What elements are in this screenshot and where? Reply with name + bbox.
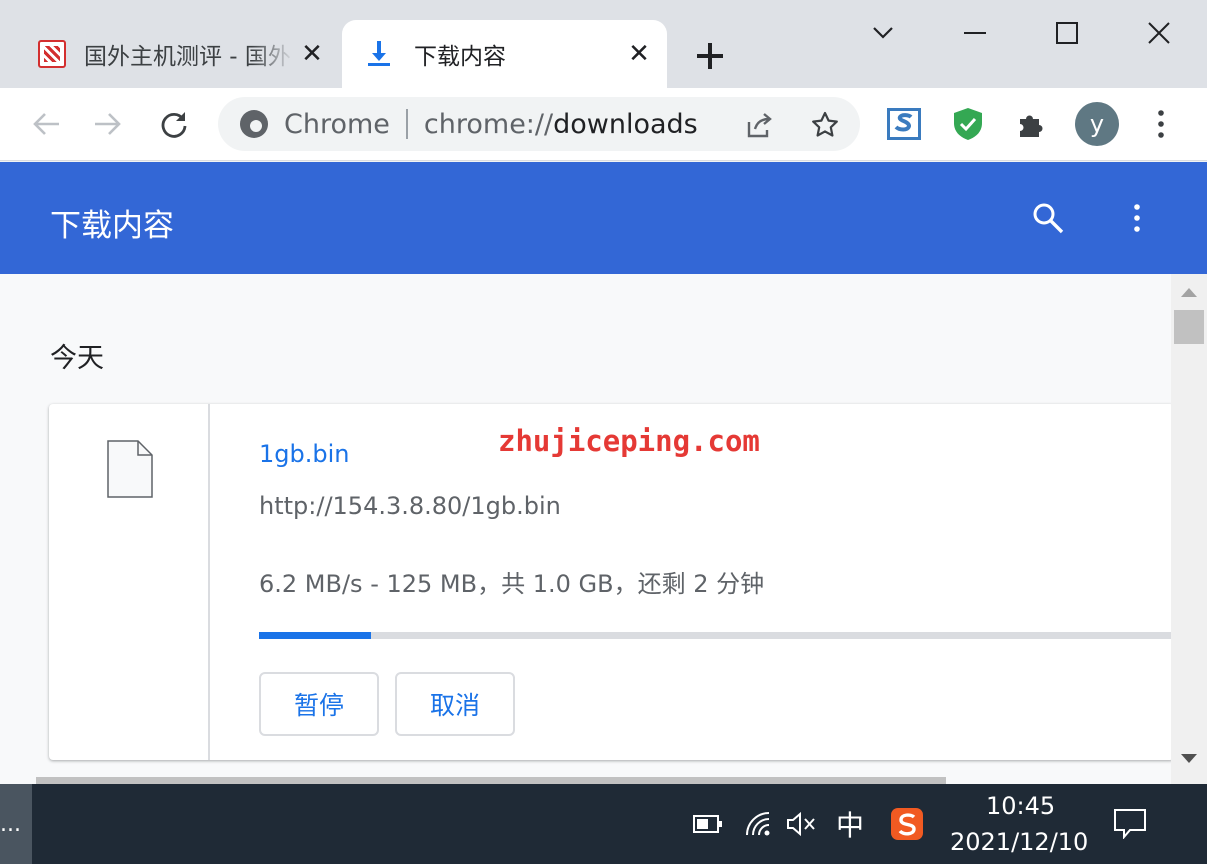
- tab-title: 国外主机测评 - 国外: [84, 44, 291, 70]
- watermark-text: zhujiceping.com: [498, 424, 760, 458]
- bookmark-star-icon[interactable]: [810, 110, 840, 140]
- clock-time[interactable]: 10:45: [986, 792, 1055, 820]
- url-path: downloads: [553, 108, 698, 140]
- file-icon-column: [49, 404, 210, 760]
- s-extension-icon[interactable]: [886, 106, 922, 142]
- downloads-header: 下载内容: [0, 162, 1207, 274]
- page-title: 下载内容: [50, 208, 174, 244]
- tab-close-icon[interactable]: ✕: [294, 36, 330, 72]
- shield-check-icon[interactable]: [950, 106, 986, 142]
- page-menu-icon[interactable]: [1117, 198, 1157, 238]
- tab-close-icon[interactable]: ✕: [621, 36, 657, 72]
- file-icon: [107, 440, 153, 498]
- tab-strip: 国外主机测评 - 国外 ✕ 下载内容 ✕: [0, 0, 1207, 88]
- close-window-button[interactable]: [1136, 12, 1182, 54]
- tab-title: 下载内容: [414, 44, 506, 70]
- scroll-down-arrow-icon[interactable]: [1181, 754, 1197, 763]
- wifi-icon[interactable]: [740, 806, 780, 842]
- volume-muted-icon[interactable]: [784, 806, 820, 842]
- share-icon[interactable]: [744, 110, 774, 140]
- scroll-thumb[interactable]: [1174, 310, 1204, 344]
- new-tab-button[interactable]: [690, 36, 730, 76]
- download-status: 6.2 MB/s - 125 MB，共 1.0 GB，还剩 2 分钟: [259, 570, 765, 598]
- clock-date[interactable]: 2021/12/10: [950, 828, 1088, 856]
- browser-toolbar: Chrome chrome://downloads y: [0, 88, 1207, 161]
- minimize-button[interactable]: [952, 12, 998, 54]
- windows-taskbar: ... 中 10:45 2021/12/10: [0, 784, 1207, 864]
- download-progress-fill: [259, 632, 371, 639]
- downloads-page: 下载内容 今天 1gb.bin http://154.3.8.80/1gb.bi…: [0, 162, 1207, 784]
- horizontal-scrollbar-thumb[interactable]: [36, 777, 946, 784]
- back-arrow-icon[interactable]: [26, 104, 66, 144]
- battery-icon[interactable]: [690, 806, 726, 842]
- profile-avatar[interactable]: y: [1075, 102, 1119, 146]
- vertical-scrollbar[interactable]: [1171, 274, 1207, 784]
- download-progress-bar: [259, 632, 1174, 639]
- file-name-link[interactable]: 1gb.bin: [259, 440, 349, 468]
- chrome-logo-icon: [240, 110, 268, 138]
- omnibox-chip: Chrome: [284, 108, 390, 140]
- file-source-url[interactable]: http://154.3.8.80/1gb.bin: [259, 492, 561, 520]
- reload-icon[interactable]: [154, 104, 194, 144]
- scroll-up-arrow-icon[interactable]: [1181, 288, 1197, 297]
- maximize-button[interactable]: [1044, 12, 1090, 54]
- sogou-ime-icon[interactable]: [888, 806, 926, 842]
- site-seal-icon: [38, 40, 66, 68]
- date-heading: 今天: [50, 343, 104, 374]
- forward-arrow-icon[interactable]: [88, 104, 128, 144]
- search-icon[interactable]: [1028, 198, 1068, 238]
- taskbar-overflow[interactable]: ...: [0, 784, 32, 864]
- url-scheme: chrome://: [423, 108, 554, 140]
- cancel-button[interactable]: 取消: [395, 672, 515, 736]
- address-bar[interactable]: Chrome chrome://downloads: [218, 97, 860, 151]
- tab-search-chevron-icon[interactable]: [860, 12, 906, 54]
- omnibox-url[interactable]: chrome://downloads: [424, 109, 698, 140]
- download-arrow-icon: [364, 39, 394, 69]
- ime-language[interactable]: 中: [832, 806, 868, 842]
- extensions-puzzle-icon[interactable]: [1014, 106, 1050, 142]
- tab-downloads[interactable]: 下载内容 ✕: [342, 20, 667, 88]
- notification-icon[interactable]: [1110, 806, 1150, 842]
- tab-zhujiceping[interactable]: 国外主机测评 - 国外 ✕: [18, 20, 340, 88]
- pause-button[interactable]: 暂停: [259, 672, 379, 736]
- omnibox-divider: [405, 109, 408, 139]
- browser-menu-icon[interactable]: [1143, 106, 1179, 142]
